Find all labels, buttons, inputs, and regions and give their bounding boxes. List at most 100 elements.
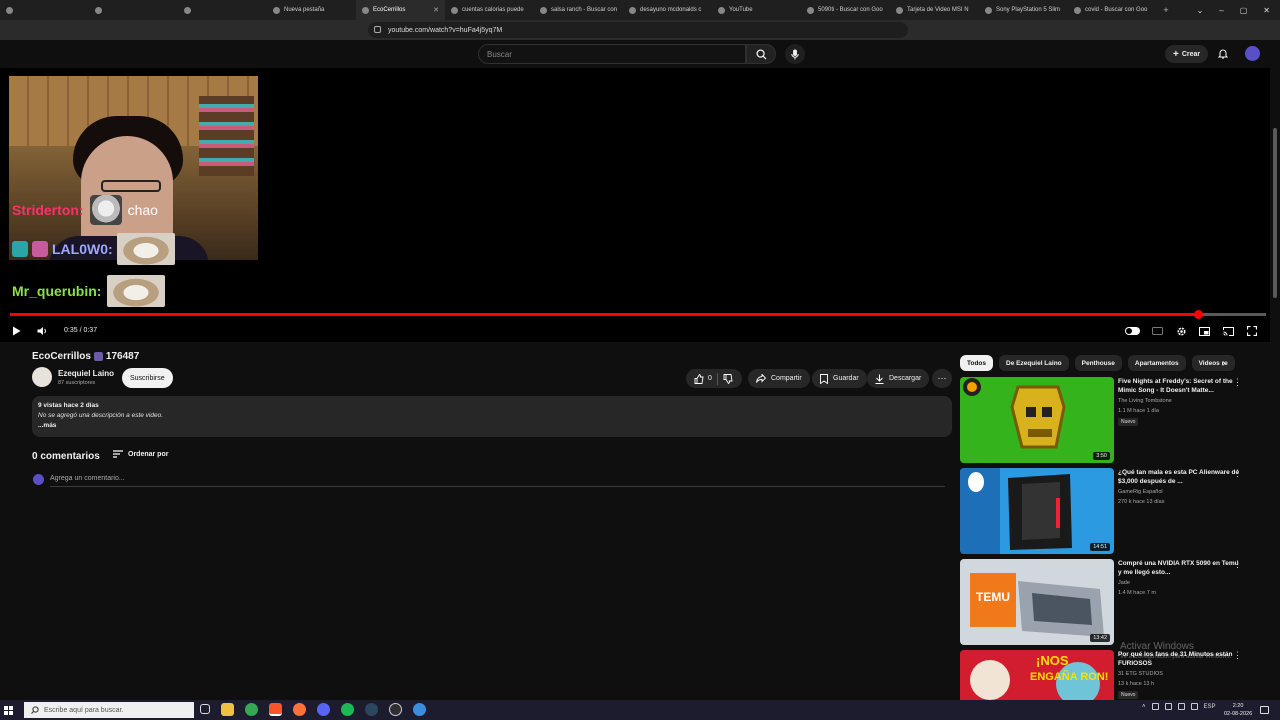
- search-input[interactable]: Buscar: [478, 44, 746, 64]
- browser-tab[interactable]: EcoCerrillos ✕: [356, 0, 445, 20]
- progress-bar[interactable]: [10, 310, 1266, 319]
- recommendation-item[interactable]: TEMU 13:42 Compré una NVIDIA RTX 5090 en…: [960, 559, 1250, 645]
- mute-button[interactable]: [35, 324, 49, 338]
- notifications-icon[interactable]: [1260, 706, 1269, 714]
- recommendation-item[interactable]: 14:51 ¿Qué tan mala es esta PC Alienware…: [960, 468, 1250, 554]
- browser-tab[interactable]: Tarjeta de Video MSI N: [890, 0, 979, 20]
- video-player[interactable]: Striderton: chao LAL0W0: Mr_querubin: 0:…: [0, 68, 1270, 342]
- miniplayer-button[interactable]: [1197, 324, 1211, 338]
- video-thumbnail[interactable]: 14:51: [960, 468, 1114, 554]
- filter-chip[interactable]: Penthouse: [1074, 355, 1122, 371]
- close-tab-icon[interactable]: ✕: [433, 6, 439, 14]
- search-button[interactable]: [746, 44, 776, 64]
- play-button[interactable]: [9, 324, 23, 338]
- video-thumbnail[interactable]: TEMU 13:42: [960, 559, 1114, 645]
- network-icon[interactable]: [1151, 703, 1159, 710]
- dislike-button[interactable]: [723, 373, 733, 384]
- video-title[interactable]: ¿Qué tan mala es esta PC Alienware de $3…: [1118, 468, 1243, 486]
- voice-search-button[interactable]: [785, 44, 805, 64]
- add-comment-input[interactable]: Agrega un comentario...: [50, 475, 125, 482]
- sort-comments-button[interactable]: Ordenar por: [113, 450, 168, 458]
- chevron-right-icon[interactable]: ›: [1222, 358, 1225, 369]
- app-tray-icon[interactable]: [1190, 703, 1198, 710]
- download-button[interactable]: Descargar: [867, 369, 930, 388]
- settings-button[interactable]: [1174, 324, 1188, 338]
- autoplay-toggle[interactable]: [1125, 327, 1140, 335]
- new-tab-button[interactable]: +: [1157, 5, 1175, 15]
- language-indicator[interactable]: ESP: [1204, 704, 1216, 710]
- video-title[interactable]: Compré una NVIDIA RTX 5090 en Temu y me …: [1118, 559, 1243, 577]
- more-actions-button[interactable]: ⋯: [932, 369, 952, 388]
- start-button[interactable]: [0, 700, 16, 720]
- maximize-icon[interactable]: ▢: [1240, 6, 1248, 15]
- obs-icon[interactable]: [389, 703, 402, 716]
- browser-tab[interactable]: salsa ranch - Buscar con: [534, 0, 623, 20]
- chevron-up-icon[interactable]: ˄: [1142, 704, 1146, 710]
- subtitles-button[interactable]: [1150, 324, 1164, 338]
- clock[interactable]: 2:20 02-08-2026: [1224, 702, 1252, 718]
- account-avatar[interactable]: [1245, 46, 1260, 61]
- browser-tab[interactable]: [0, 0, 89, 20]
- cast-icon: [1222, 326, 1234, 336]
- tab-label: salsa ranch - Buscar con: [551, 7, 618, 13]
- progress-scrubber[interactable]: [1194, 310, 1203, 319]
- fullscreen-button[interactable]: [1245, 324, 1259, 338]
- show-more-link[interactable]: ...más: [38, 422, 946, 429]
- create-button[interactable]: + Crear: [1165, 45, 1209, 63]
- browser-tab[interactable]: YouTube: [712, 0, 801, 20]
- filter-chip[interactable]: Videos re: [1191, 355, 1235, 371]
- browser-tab[interactable]: covid - Buscar con Goo: [1068, 0, 1157, 20]
- video-title[interactable]: Five Nights at Freddy's: Secret of the M…: [1118, 377, 1243, 395]
- channel-avatar[interactable]: [32, 367, 52, 387]
- more-icon[interactable]: ⋮: [1233, 650, 1242, 661]
- spotify-icon[interactable]: [341, 703, 354, 716]
- browser-tab[interactable]: cuentas calorias puede: [445, 0, 534, 20]
- page-scrollbar[interactable]: [1273, 128, 1277, 298]
- more-icon[interactable]: ⋮: [1233, 559, 1242, 570]
- ccleaner-icon[interactable]: [413, 703, 426, 716]
- subtitles-icon: [1151, 327, 1163, 335]
- discord-icon[interactable]: [317, 703, 330, 716]
- filter-chip[interactable]: Todos: [960, 355, 994, 371]
- tab-label: Tarjeta de Video MSI N: [907, 7, 969, 13]
- address-bar[interactable]: youtube.com/watch?v=huFa4j5yq7M: [368, 22, 908, 38]
- brave-icon[interactable]: [269, 703, 282, 716]
- more-icon[interactable]: ⋮: [1233, 468, 1242, 479]
- filter-chip[interactable]: Apartamentos: [1127, 355, 1186, 371]
- channel-name[interactable]: Jade: [1118, 580, 1130, 586]
- volume-icon[interactable]: [1164, 703, 1172, 710]
- recommendation-item[interactable]: 3:50 Five Nights at Freddy's: Secret of …: [960, 377, 1250, 463]
- share-button[interactable]: Compartir: [748, 369, 810, 388]
- channel-name[interactable]: 31 ETG STUDIOS: [1118, 671, 1163, 677]
- channel-name[interactable]: GameRig Español: [1118, 489, 1163, 495]
- browser-tab[interactable]: 5090ti - Buscar con Goo: [801, 0, 890, 20]
- site-info-icon[interactable]: [374, 26, 381, 33]
- file-explorer-icon[interactable]: [221, 703, 234, 716]
- minimize-icon[interactable]: –: [1219, 6, 1223, 15]
- task-view-icon[interactable]: [200, 704, 210, 714]
- battery-icon[interactable]: [1177, 703, 1185, 710]
- more-icon[interactable]: ⋮: [1233, 377, 1242, 388]
- filter-chip[interactable]: De Ezequiel Laino: [999, 355, 1069, 371]
- tab-search-icon[interactable]: ⌄: [1197, 6, 1204, 15]
- browser-tab[interactable]: desayuno mcdonalds c: [623, 0, 712, 20]
- channel-name[interactable]: Ezequiel Laino: [58, 369, 114, 378]
- browser-tab[interactable]: [89, 0, 178, 20]
- firefox-icon[interactable]: [293, 703, 306, 716]
- like-button[interactable]: 0: [694, 373, 712, 384]
- browser-tab[interactable]: Nueva pestaña: [267, 0, 356, 20]
- video-thumbnail[interactable]: 3:50: [960, 377, 1114, 463]
- taskbar-search-input[interactable]: Escribe aquí para buscar.: [24, 702, 194, 718]
- chrome-icon[interactable]: [245, 703, 258, 716]
- browser-tab[interactable]: Sony PlayStation 5 Slim: [979, 0, 1068, 20]
- video-thumbnail[interactable]: ¡NOS ENGAÑA RON!: [960, 650, 1114, 700]
- notifications-button[interactable]: [1216, 46, 1230, 60]
- channel-name[interactable]: The Living Tombstone: [1118, 398, 1172, 404]
- save-button[interactable]: Guardar: [812, 369, 867, 388]
- description-box[interactable]: 9 vistas hace 2 días No se agregó una de…: [32, 396, 952, 437]
- close-icon[interactable]: ✕: [1263, 6, 1270, 15]
- browser-tab[interactable]: [178, 0, 267, 20]
- cast-button[interactable]: [1221, 324, 1235, 338]
- subscribe-button[interactable]: Suscribirse: [122, 368, 173, 388]
- steam-icon[interactable]: [365, 703, 378, 716]
